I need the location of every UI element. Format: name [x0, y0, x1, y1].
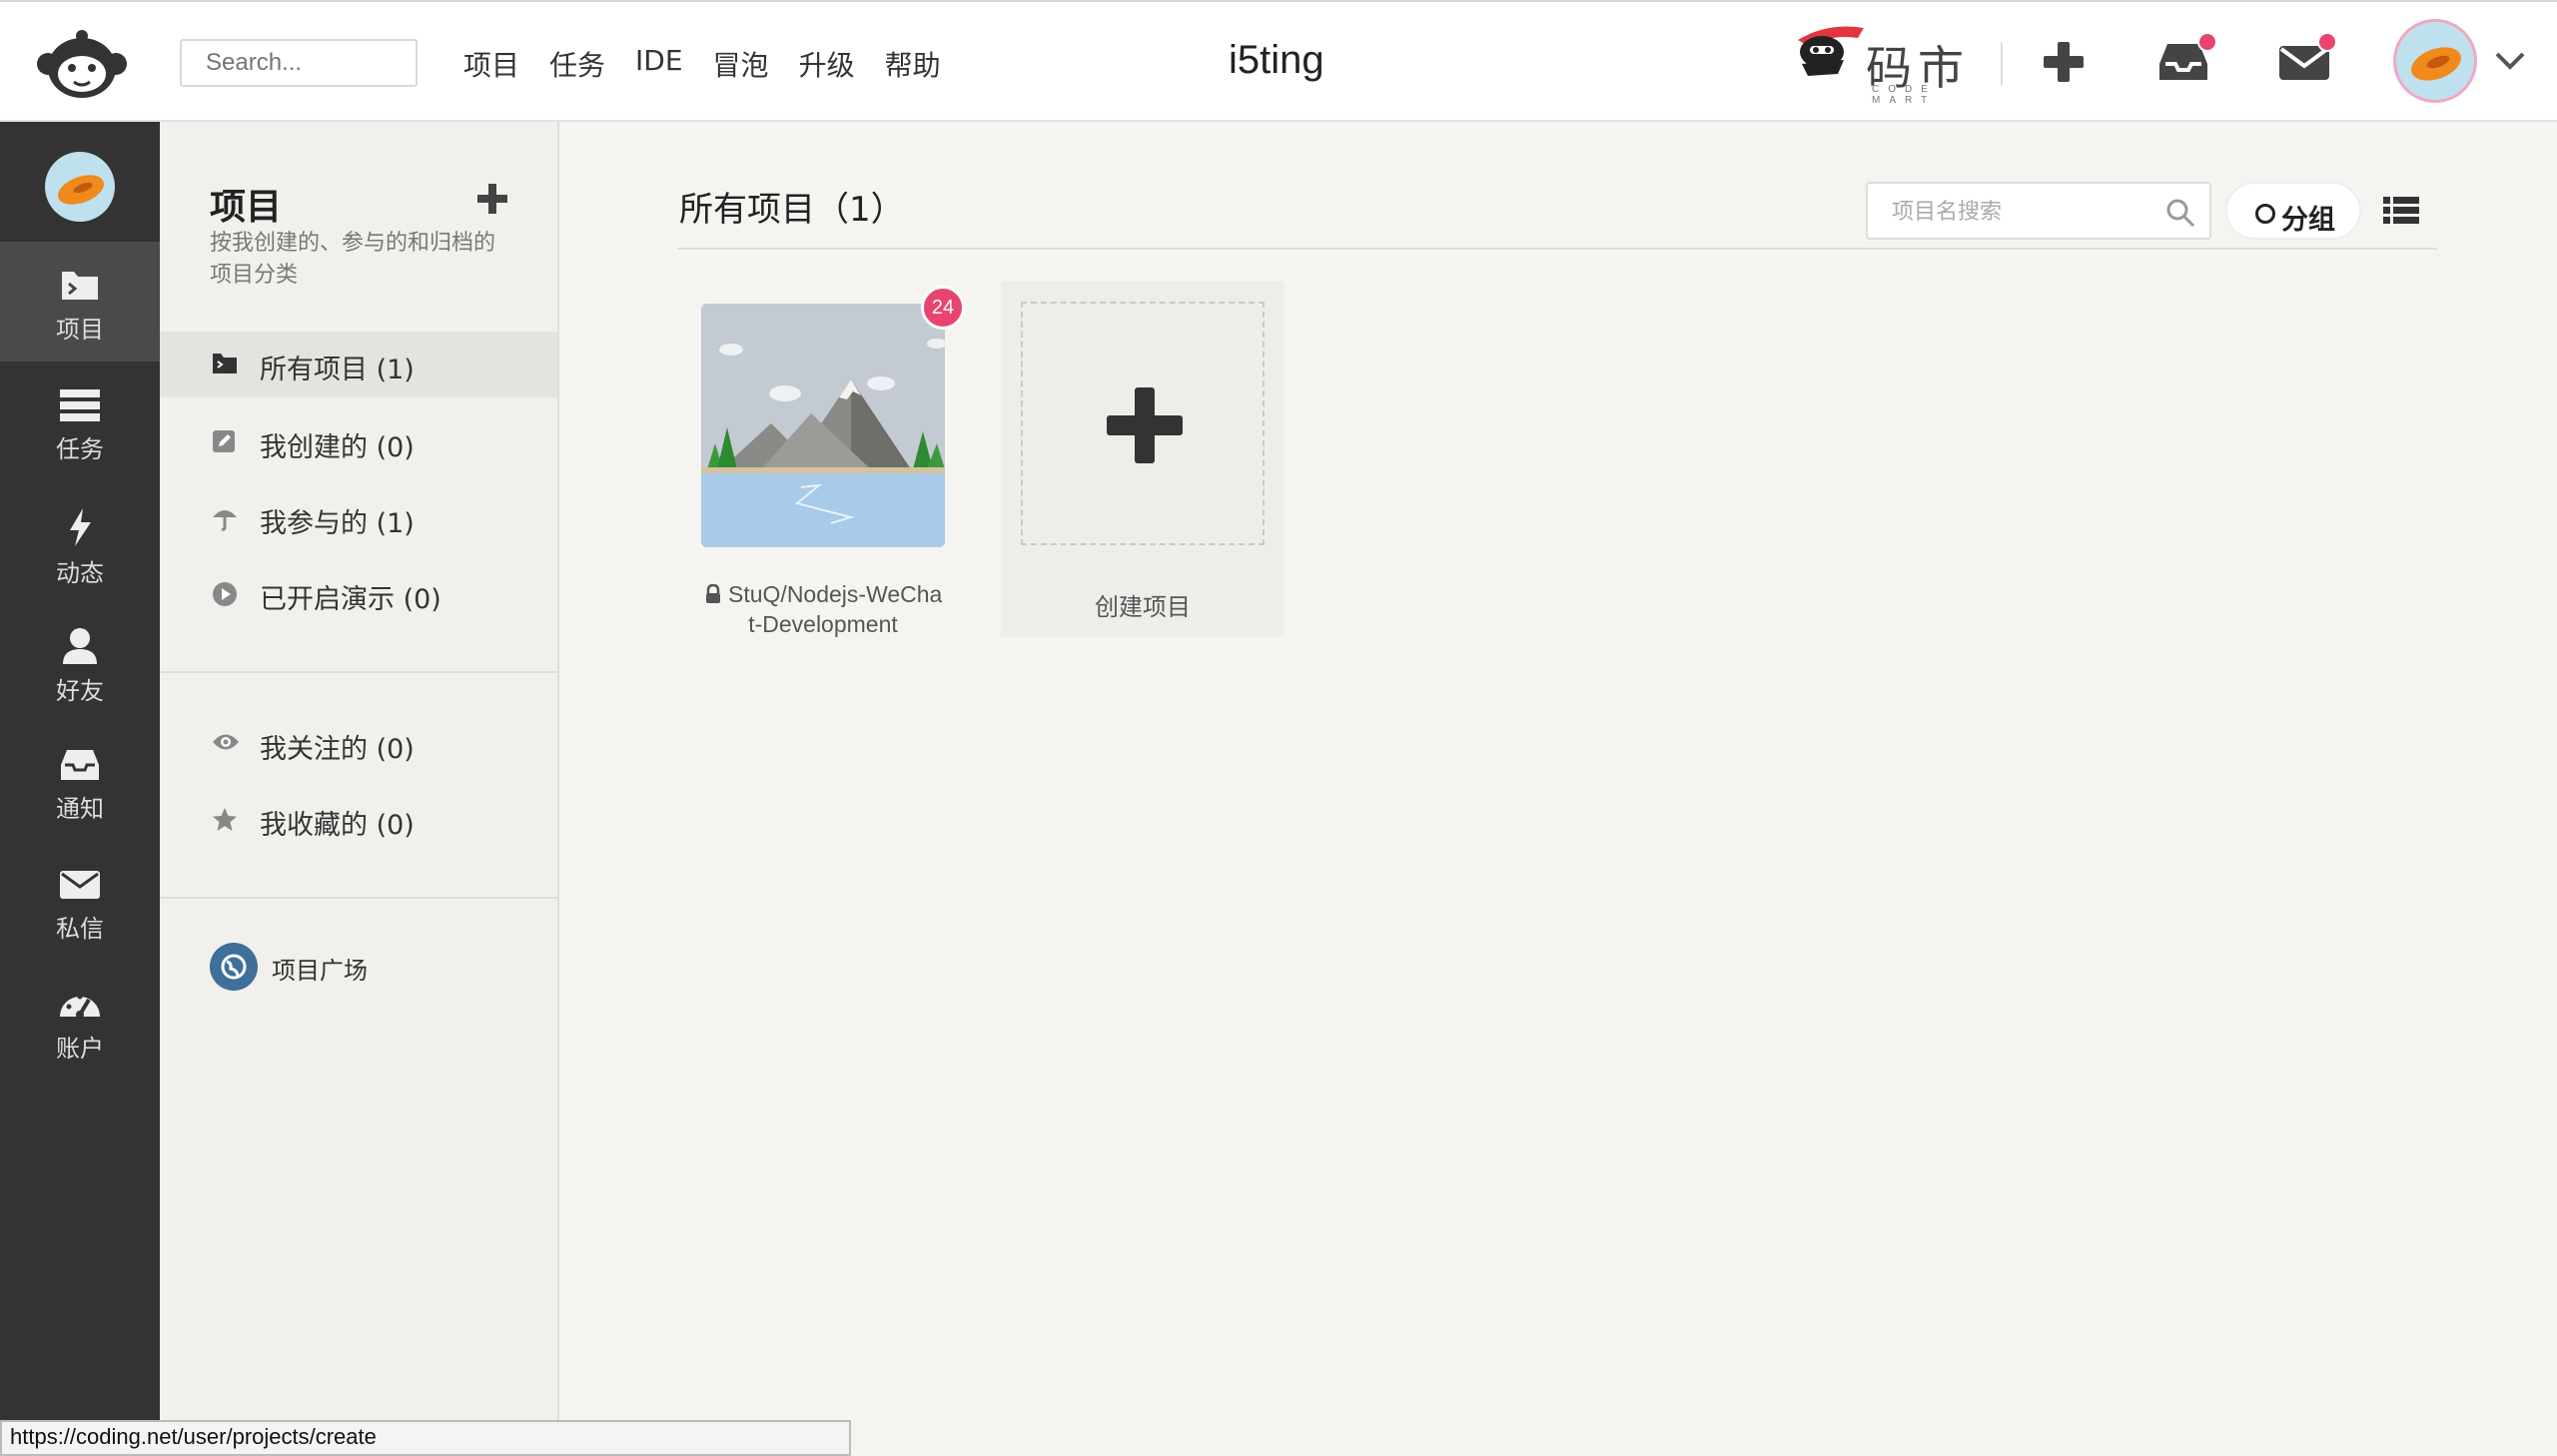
group-toggle-button[interactable]: 分组	[2225, 182, 2361, 240]
header-divider	[2001, 42, 2003, 86]
lock-icon	[705, 583, 720, 603]
globe-icon	[221, 954, 247, 980]
nav-bubbles[interactable]: 冒泡	[713, 44, 769, 84]
nav-ide[interactable]: IDE	[635, 44, 683, 84]
codemart-logo[interactable]: 码市 CODE MART	[1788, 18, 1978, 106]
project-thumbnail[interactable]	[701, 304, 945, 547]
sidebar-item-account[interactable]: 账户	[0, 961, 160, 1081]
add-project-plus-icon[interactable]	[475, 182, 509, 216]
sidebar-label: 账户	[56, 1035, 104, 1063]
project-search-input[interactable]	[1868, 184, 2173, 240]
sidebar-label: 私信	[56, 915, 104, 943]
papaya-avatar-icon	[58, 175, 104, 205]
plus-icon[interactable]	[2038, 36, 2090, 88]
create-project-label: 创建项目	[1095, 593, 1191, 621]
nav-upgrade[interactable]: 升级	[799, 44, 855, 84]
coding-logo-icon[interactable]	[34, 28, 130, 100]
filter-demo[interactable]: 已开启演示 (0)	[160, 561, 557, 627]
page-title: 所有项目（1）	[679, 190, 905, 230]
plus-icon	[1107, 387, 1183, 463]
chevron-down-icon[interactable]	[2493, 48, 2527, 74]
project-search	[1866, 182, 2211, 240]
inbox-icon	[61, 750, 99, 780]
sidebar-item-notifications[interactable]: 通知	[0, 721, 160, 841]
list-view-icon[interactable]	[2383, 196, 2419, 226]
papaya-avatar-icon	[2411, 47, 2461, 81]
project-name-text: StuQ/Nodejs-WeChat-Development	[728, 581, 943, 637]
folder-icon	[62, 272, 98, 300]
sidebar-label: 通知	[56, 795, 104, 823]
notification-button[interactable]	[2157, 32, 2217, 88]
sidebar-label: 好友	[56, 677, 104, 705]
project-filter-panel: 项目 按我创建的、参与的和归档的项目分类 所有项目 (1) 我创建的 (0) 我…	[160, 122, 559, 1456]
sidebar-item-friends[interactable]: 好友	[0, 601, 160, 721]
lightning-icon	[70, 508, 91, 546]
top-bar: 项目 任务 IDE 冒泡 升级 帮助 i5ting 码市 CODE MART	[0, 0, 2557, 122]
star-icon	[213, 808, 237, 831]
project-name[interactable]: StuQ/Nodejs-WeChat-Development	[701, 579, 945, 639]
browser-status-url: https://coding.net/user/projects/create	[0, 1420, 851, 1456]
panel-divider	[160, 897, 557, 899]
tasks-icon	[60, 389, 100, 421]
filter-label: 所有项目 (1)	[260, 355, 415, 385]
filter-joined[interactable]: 我参与的 (1)	[160, 485, 557, 551]
message-dot	[2317, 32, 2337, 52]
folder-icon	[213, 354, 237, 373]
panel-title: 项目	[210, 187, 283, 228]
filter-label: 我关注的 (0)	[260, 734, 415, 765]
person-icon	[63, 628, 97, 664]
envelope-icon	[60, 871, 100, 899]
global-search-input[interactable]	[180, 39, 418, 87]
main-sidebar: 项目 任务 动态 好友 通知 私信 账户	[0, 122, 160, 1456]
notification-dot	[2197, 32, 2217, 52]
mountain-landscape-icon	[701, 304, 945, 547]
circle-icon	[2255, 204, 2275, 224]
update-count-badge: 24	[921, 286, 965, 330]
filter-label: 已开启演示 (0)	[260, 584, 441, 615]
panel-description: 按我创建的、参与的和归档的项目分类	[210, 231, 496, 288]
messages-button[interactable]	[2277, 32, 2337, 88]
filter-label: 我收藏的 (0)	[260, 810, 415, 841]
play-icon	[213, 582, 237, 606]
eye-icon	[213, 734, 239, 750]
title-divider	[677, 248, 2437, 250]
sidebar-label: 动态	[56, 559, 104, 587]
ninja-icon	[1798, 26, 1864, 76]
sidebar-label: 项目	[56, 316, 104, 344]
filter-label: 我参与的 (1)	[260, 508, 415, 539]
nav-tasks[interactable]: 任务	[549, 44, 605, 84]
dashboard-icon	[60, 994, 100, 1019]
nav-projects[interactable]: 项目	[463, 44, 519, 84]
sidebar-item-tasks[interactable]: 任务	[0, 362, 160, 481]
filter-watching[interactable]: 我关注的 (0)	[160, 711, 557, 777]
nav-help[interactable]: 帮助	[885, 44, 941, 84]
filter-created[interactable]: 我创建的 (0)	[160, 409, 557, 475]
project-square-label[interactable]: 项目广场	[272, 951, 368, 986]
sidebar-avatar[interactable]	[45, 152, 115, 222]
filter-all-projects[interactable]: 所有项目 (1)	[160, 332, 557, 397]
group-toggle-label: 分组	[2281, 205, 2335, 236]
create-project-card[interactable]: 创建项目	[1001, 282, 1284, 637]
umbrella-icon	[213, 510, 237, 531]
user-avatar[interactable]	[2393, 19, 2477, 103]
sidebar-item-projects[interactable]: 项目	[0, 242, 160, 362]
team-name[interactable]: i5ting	[1229, 38, 1324, 83]
create-project-dropzone[interactable]	[1021, 302, 1265, 545]
sidebar-label: 任务	[56, 435, 104, 463]
search-icon[interactable]	[2165, 198, 2195, 228]
codemart-subtext: CODE MART	[1872, 84, 1937, 106]
project-square-button[interactable]	[210, 943, 258, 991]
filter-label: 我创建的 (0)	[260, 432, 415, 463]
top-nav: 项目 任务 IDE 冒泡 升级 帮助	[463, 44, 941, 84]
sidebar-item-activity[interactable]: 动态	[0, 481, 160, 601]
sidebar-item-messages[interactable]: 私信	[0, 841, 160, 961]
filter-starred[interactable]: 我收藏的 (0)	[160, 787, 557, 853]
edit-icon	[213, 430, 235, 452]
panel-divider	[160, 671, 557, 673]
